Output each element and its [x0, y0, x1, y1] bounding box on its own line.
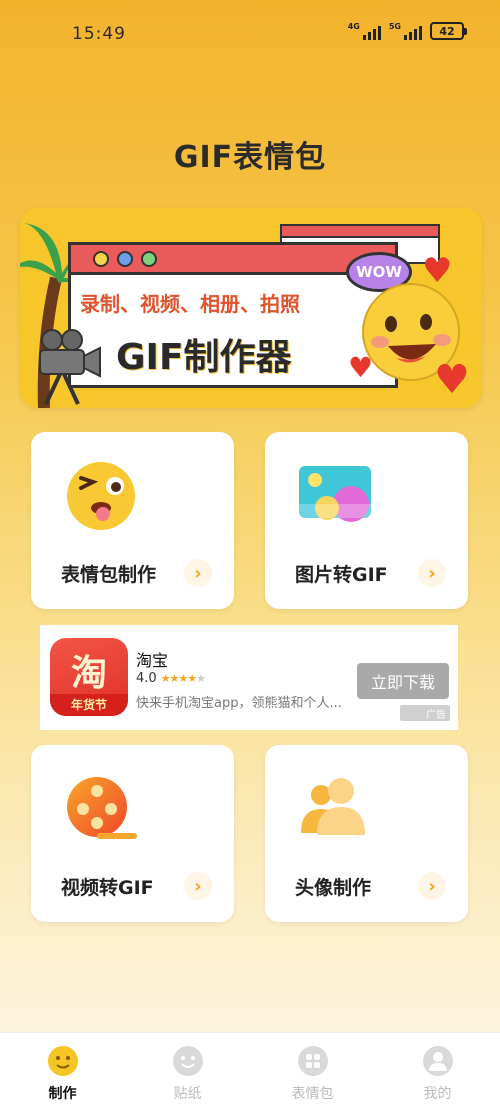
- chevron-right-icon: ›: [184, 872, 212, 900]
- card-label: 图片转GIF: [295, 564, 388, 586]
- grid-icon: [297, 1046, 328, 1076]
- status-time: 15:49: [72, 24, 126, 44]
- chevron-right-icon: ›: [418, 872, 446, 900]
- signal-icon: 4G: [348, 22, 381, 40]
- ad-rating: 4.0 ★★★★★: [136, 671, 206, 686]
- card-video-to-gif[interactable]: 视频转GIF ›: [31, 745, 234, 922]
- heart-icon: ♥: [348, 351, 374, 384]
- page-title: GIF表情包: [173, 140, 327, 175]
- battery-icon: 42: [430, 22, 467, 40]
- image-icon: [299, 466, 371, 522]
- taobao-app-icon: 淘 年货节: [50, 638, 128, 716]
- nav-label: 我的: [423, 1086, 452, 1102]
- nav-item-stickers[interactable]: 贴纸: [125, 1033, 250, 1111]
- status-indicators: 4G 5G 42: [348, 22, 467, 40]
- user-icon: [422, 1046, 453, 1076]
- heart-icon: ♥: [422, 251, 453, 291]
- ad-icon-text: 淘: [70, 653, 107, 694]
- winking-face-icon: [67, 462, 135, 530]
- card-avatar-maker[interactable]: 头像制作 ›: [265, 745, 468, 922]
- nav-item-profile[interactable]: 我的: [375, 1033, 500, 1111]
- nav-label: 贴纸: [173, 1086, 202, 1102]
- banner-title: GIF制作器: [116, 337, 292, 378]
- bottom-nav: 制作 贴纸 表情包 我的: [0, 1032, 500, 1111]
- ad-tag: 广告: [400, 705, 450, 721]
- nav-label: 制作: [48, 1086, 77, 1102]
- signal-icon: 5G: [389, 22, 422, 40]
- card-emoji-maker[interactable]: 表情包制作 ›: [31, 432, 234, 609]
- promo-banner[interactable]: 录制、视频、相册、拍照 GIF制作器 WOW ♥ ♥ ♥: [20, 208, 482, 408]
- nav-item-emoji-packs[interactable]: 表情包: [250, 1033, 375, 1111]
- card-label: 头像制作: [295, 877, 372, 899]
- card-image-to-gif[interactable]: 图片转GIF ›: [265, 432, 468, 609]
- banner-subtitle: 录制、视频、相册、拍照: [80, 292, 300, 316]
- download-button[interactable]: 立即下载: [357, 663, 449, 699]
- nav-item-make[interactable]: 制作: [0, 1033, 125, 1111]
- smiley-icon: [47, 1046, 78, 1076]
- chevron-right-icon: ›: [418, 559, 446, 587]
- ad-description: 快来手机淘宝app，领熊猫和个人...: [136, 696, 342, 711]
- users-icon: [301, 778, 365, 835]
- ad-icon-subtext: 年货节: [50, 694, 128, 716]
- ad-banner[interactable]: 淘 年货节 淘宝 4.0 ★★★★★ 快来手机淘宝app，领熊猫和个人... 立…: [40, 625, 458, 730]
- star-rating-icon: ★★★★★: [160, 672, 206, 685]
- film-reel-icon: [67, 777, 137, 839]
- ad-rating-value: 4.0: [136, 671, 157, 686]
- card-label: 视频转GIF: [61, 877, 154, 899]
- chevron-right-icon: ›: [184, 559, 212, 587]
- ad-app-name: 淘宝: [136, 651, 169, 670]
- status-bar: 15:49 4G 5G 42: [0, 0, 500, 60]
- smiley-icon: [172, 1046, 203, 1076]
- signal-label: 5G: [388, 22, 401, 31]
- signal-label: 4G: [347, 22, 360, 31]
- movie-camera-icon: [39, 329, 101, 405]
- heart-icon: ♥: [434, 357, 470, 403]
- card-label: 表情包制作: [61, 564, 157, 586]
- nav-label: 表情包: [291, 1086, 334, 1102]
